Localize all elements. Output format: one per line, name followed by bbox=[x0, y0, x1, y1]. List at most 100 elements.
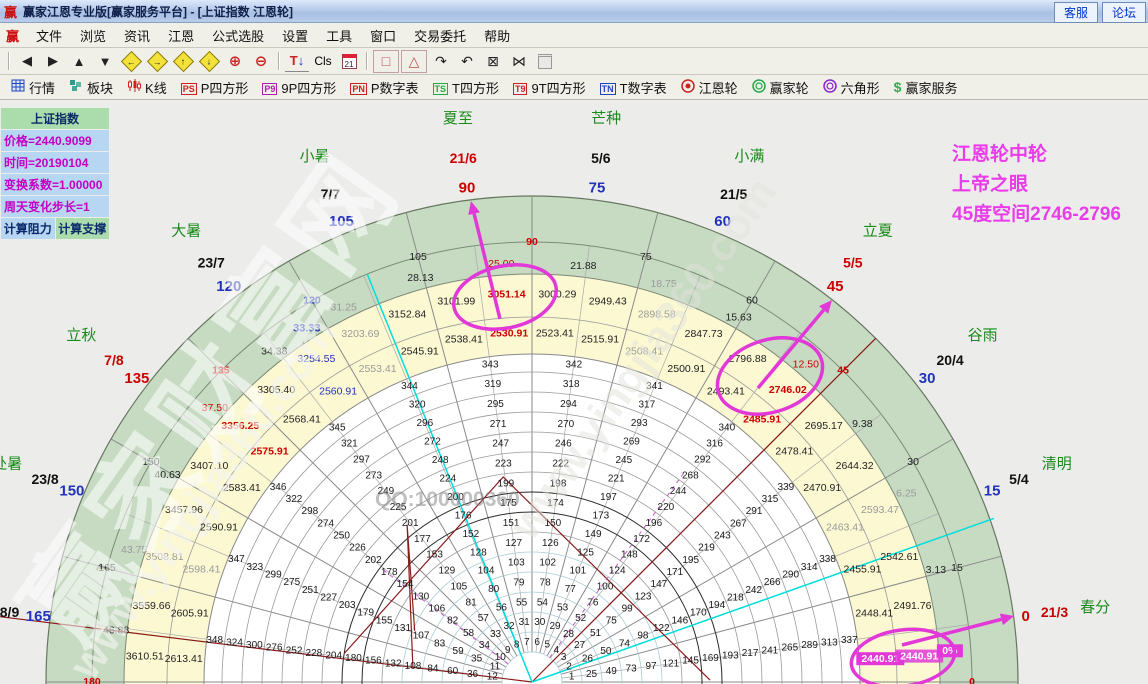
view-winner-wheel-icon bbox=[752, 79, 766, 96]
svg-text:4: 4 bbox=[554, 645, 560, 656]
time-value: 时间=20190104 bbox=[1, 152, 109, 173]
clear-icon[interactable] bbox=[533, 51, 557, 72]
svg-text:289: 289 bbox=[801, 640, 818, 651]
zoom-in-icon[interactable]: ⊕ bbox=[223, 51, 247, 72]
view-9p-square[interactable]: P99P四方形 bbox=[255, 75, 343, 99]
svg-text:75: 75 bbox=[640, 251, 652, 263]
menu-交易委托[interactable]: 交易委托 bbox=[405, 24, 475, 47]
svg-text:201: 201 bbox=[402, 518, 419, 529]
view-kline[interactable]: K线 bbox=[120, 75, 174, 99]
view-hexagon[interactable]: 六角形 bbox=[816, 75, 887, 99]
svg-text:54: 54 bbox=[537, 597, 549, 608]
view-9t-square-icon: T9 bbox=[513, 80, 528, 95]
svg-text:129: 129 bbox=[438, 566, 455, 577]
calendar-icon[interactable]: 21 bbox=[337, 51, 361, 72]
view-p-table[interactable]: PNP数字表 bbox=[343, 75, 425, 99]
svg-text:2: 2 bbox=[566, 661, 572, 672]
calc-resistance-button[interactable]: 计算阻力 bbox=[1, 218, 55, 239]
price-axis-icon[interactable]: T↓ bbox=[285, 50, 309, 72]
svg-text:199: 199 bbox=[498, 478, 515, 489]
svg-text:174: 174 bbox=[547, 498, 564, 509]
svg-text:30: 30 bbox=[919, 370, 936, 387]
pan-right-icon[interactable]: → bbox=[145, 51, 169, 72]
nav-down-icon[interactable]: ▼ bbox=[93, 51, 117, 72]
rotate-ccw-icon[interactable]: ↶ bbox=[455, 51, 479, 72]
svg-text:7: 7 bbox=[524, 637, 530, 648]
svg-text:1: 1 bbox=[569, 671, 575, 682]
svg-text:127: 127 bbox=[505, 538, 522, 549]
svg-text:35: 35 bbox=[471, 654, 483, 665]
svg-text:150: 150 bbox=[59, 482, 84, 499]
titlebar-button-service[interactable]: 客服 bbox=[1054, 2, 1098, 23]
svg-text:59: 59 bbox=[453, 646, 465, 657]
nav-up-icon[interactable]: ▲ bbox=[67, 51, 91, 72]
rotate-cw-icon[interactable]: ↷ bbox=[429, 51, 453, 72]
rect-tool-icon[interactable]: □ bbox=[373, 50, 399, 73]
converge-icon[interactable]: ⋈ bbox=[507, 51, 531, 72]
svg-text:84: 84 bbox=[427, 664, 439, 675]
svg-text:269: 269 bbox=[623, 436, 640, 447]
svg-text:春分: 春分 bbox=[1080, 599, 1110, 616]
view-winner-wheel[interactable]: 赢家轮 bbox=[745, 75, 816, 99]
svg-text:249: 249 bbox=[378, 486, 395, 497]
menu-设置[interactable]: 设置 bbox=[273, 24, 317, 47]
svg-text:30: 30 bbox=[907, 456, 919, 468]
view-quotes[interactable]: 行情 bbox=[4, 75, 62, 99]
pan-down-icon[interactable]: ↓ bbox=[197, 51, 221, 72]
box-x-icon[interactable]: ⊠ bbox=[481, 51, 505, 72]
menu-窗口[interactable]: 窗口 bbox=[361, 24, 405, 47]
zoom-out-icon[interactable]: ⊖ bbox=[249, 51, 273, 72]
view-gann-wheel[interactable]: 江恩轮 bbox=[674, 75, 745, 99]
svg-text:337: 337 bbox=[841, 635, 858, 646]
svg-text:3: 3 bbox=[561, 652, 567, 663]
svg-text:268: 268 bbox=[682, 470, 699, 481]
view-service[interactable]: $赢家服务 bbox=[887, 75, 965, 99]
svg-text:241: 241 bbox=[762, 645, 779, 656]
svg-text:131: 131 bbox=[394, 623, 411, 634]
view-t-table[interactable]: TNT数字表 bbox=[593, 75, 674, 99]
view-t-square[interactable]: TST四方形 bbox=[426, 75, 506, 99]
view-9t-square[interactable]: T99T四方形 bbox=[506, 75, 593, 99]
menu-工具[interactable]: 工具 bbox=[317, 24, 361, 47]
svg-text:2746.02: 2746.02 bbox=[769, 384, 807, 396]
pan-left-icon[interactable]: ← bbox=[119, 51, 143, 72]
view-sectors[interactable]: 板块 bbox=[62, 75, 120, 99]
svg-text:300: 300 bbox=[246, 640, 263, 651]
triangle-tool-icon[interactable]: △ bbox=[401, 50, 427, 73]
svg-text:247: 247 bbox=[492, 439, 509, 450]
menu-文件[interactable]: 文件 bbox=[27, 24, 71, 47]
svg-text:169: 169 bbox=[702, 653, 719, 664]
annotation-line3: 45度空间2746-2796 bbox=[952, 200, 1121, 230]
menu-浏览[interactable]: 浏览 bbox=[71, 24, 115, 47]
menu-帮助[interactable]: 帮助 bbox=[475, 24, 519, 47]
svg-text:270: 270 bbox=[558, 419, 575, 430]
svg-text:21/6: 21/6 bbox=[450, 150, 477, 166]
svg-text:29: 29 bbox=[549, 621, 561, 632]
menu-公式选股[interactable]: 公式选股 bbox=[203, 24, 273, 47]
svg-text:2440.91: 2440.91 bbox=[861, 653, 899, 665]
nav-left-icon[interactable]: ◀ bbox=[15, 51, 39, 72]
svg-text:2590.91: 2590.91 bbox=[200, 521, 238, 533]
svg-text:320: 320 bbox=[409, 399, 426, 410]
view-t-square-icon: TS bbox=[433, 80, 449, 95]
svg-text:清明: 清明 bbox=[1042, 456, 1072, 473]
titlebar-button-forum[interactable]: 论坛 bbox=[1102, 2, 1146, 23]
menu-资讯[interactable]: 资讯 bbox=[115, 24, 159, 47]
nav-right-icon[interactable]: ▶ bbox=[41, 51, 65, 72]
svg-text:21.88: 21.88 bbox=[570, 260, 596, 272]
cls-button[interactable]: Cls bbox=[311, 51, 335, 72]
svg-text:立秋: 立秋 bbox=[66, 327, 96, 344]
svg-text:3356.25: 3356.25 bbox=[221, 420, 259, 432]
svg-text:2605.91: 2605.91 bbox=[171, 608, 209, 620]
svg-text:51: 51 bbox=[590, 628, 602, 639]
calc-support-button[interactable]: 计算支撑 bbox=[56, 218, 110, 239]
svg-text:3254.55: 3254.55 bbox=[297, 353, 335, 365]
svg-text:222: 222 bbox=[552, 459, 569, 470]
svg-text:2949.43: 2949.43 bbox=[589, 295, 627, 307]
svg-text:120: 120 bbox=[303, 295, 321, 307]
view-p-square[interactable]: PSP四方形 bbox=[174, 75, 256, 99]
menu-江恩[interactable]: 江恩 bbox=[159, 24, 203, 47]
svg-text:12.50: 12.50 bbox=[793, 359, 819, 371]
svg-text:2568.41: 2568.41 bbox=[283, 413, 321, 425]
pan-up-icon[interactable]: ↑ bbox=[171, 51, 195, 72]
